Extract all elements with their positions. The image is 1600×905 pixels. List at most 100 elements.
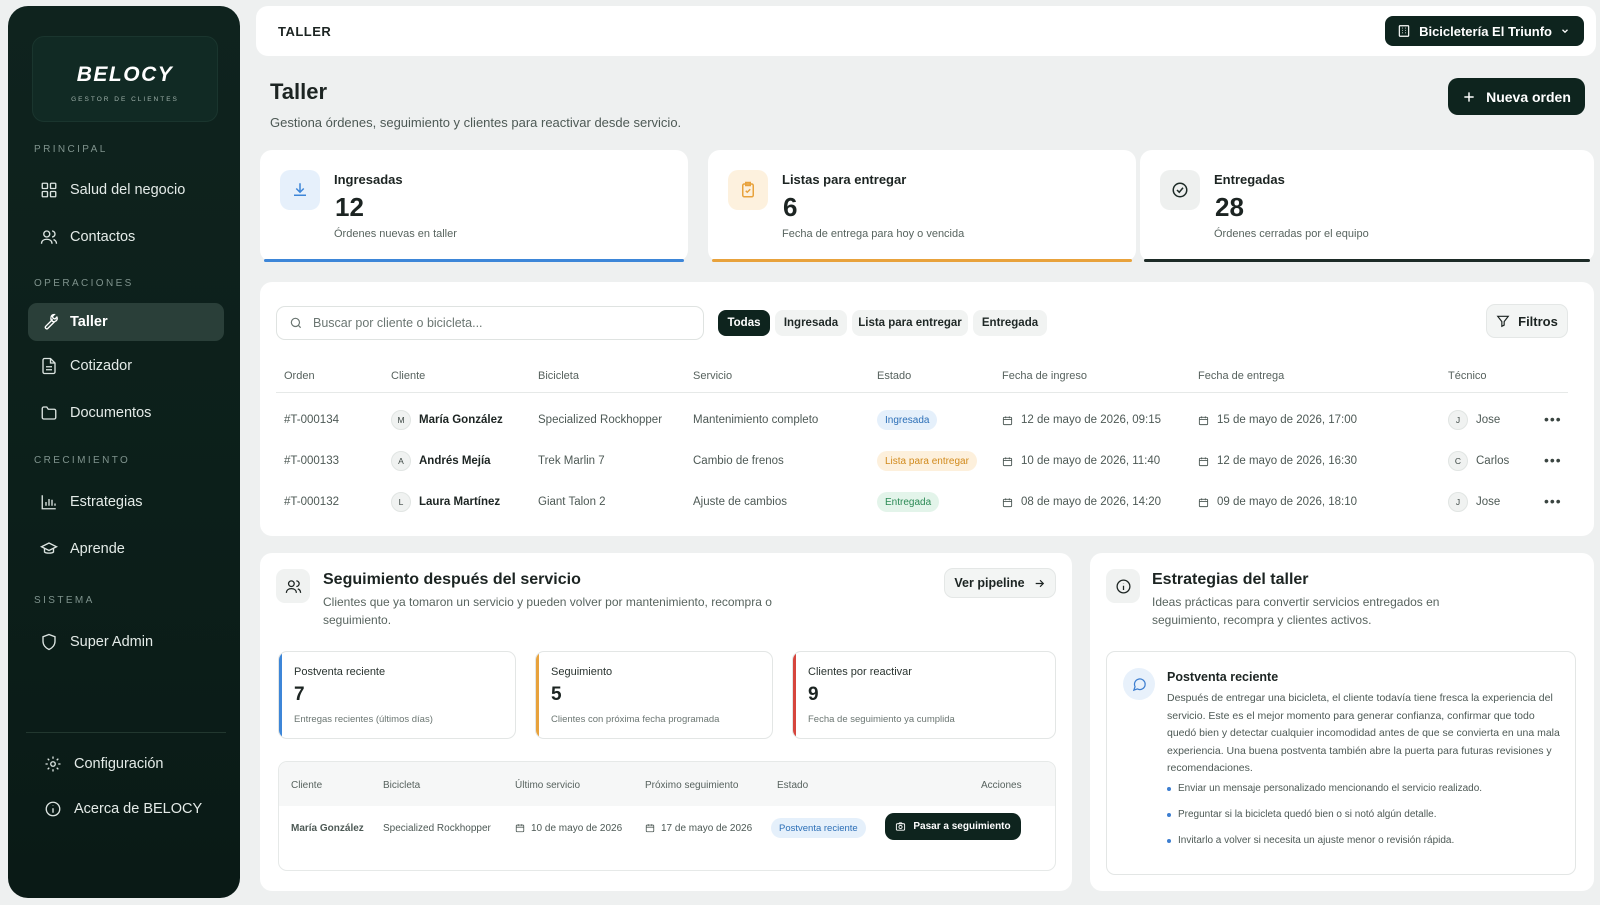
more-options-icon[interactable]: ••• [1544,450,1562,470]
filters-label: Filtros [1518,313,1558,329]
service-cell: Cambio de frenos [693,455,784,467]
clipboard-check-icon [728,170,768,210]
chevron-down-icon [1562,29,1568,34]
filter-chip-todas[interactable]: Todas [718,310,770,336]
client-name[interactable]: María González [291,820,364,836]
search-placeholder: Buscar por cliente o bicicleta... [313,316,483,330]
page-title: Taller [270,79,328,104]
stat-card-listas[interactable]: Listas para entregar 6 Fecha de entrega … [708,150,1136,262]
client-cell[interactable]: A Andrés Mejía [391,451,491,471]
filters-button[interactable]: Filtros [1486,304,1568,338]
metric-desc: Entregas recientes (últimos días) [294,714,433,725]
sidebar-item-contactos[interactable]: Contactos [28,218,224,256]
strategy-bullet: Invitarlo a volver si necesita un ajuste… [1167,835,1454,846]
metric-postventa[interactable]: Postventa reciente 7 Entregas recientes … [278,651,516,739]
date-out-cell: 12 de mayo de 2026, 16:30 [1198,451,1357,471]
order-id[interactable]: #T-000132 [284,492,339,512]
sidebar-item-taller[interactable]: Taller [28,303,224,341]
date-out: 09 de mayo de 2026, 18:10 [1217,496,1358,508]
avatar: J [1448,492,1468,512]
move-to-followup-button[interactable]: Pasar a seguimiento [885,813,1021,840]
bullet-dot [1167,786,1171,791]
sidebar-item-acerca[interactable]: Acerca de BELOCY [32,790,228,828]
tech-name: Jose [1476,414,1501,426]
store-selector[interactable]: Bicicletería El Triunfo [1385,16,1584,46]
sidebar-item-label: Contactos [70,229,136,245]
column-header: Estado [777,780,809,791]
order-id[interactable]: #T-000134 [284,410,339,430]
status-cell: Entregada [877,492,940,512]
more-options-icon[interactable]: ••• [1544,491,1562,511]
stat-value: 28 [1215,192,1244,222]
bike-cell: Specialized Rockhopper [383,822,491,834]
search-input[interactable]: Buscar por cliente o bicicleta... [276,306,704,340]
column-header: Último servicio [515,780,581,791]
client-cell[interactable]: M María González [391,410,503,430]
sidebar-item-documentos[interactable]: Documentos [28,394,224,432]
metric-reactivar[interactable]: Clientes por reactivar 9 Fecha de seguim… [792,651,1056,739]
client-cell[interactable]: L Laura Martínez [391,492,500,512]
sidebar-item-label: Cotizador [70,358,133,374]
document-icon [42,357,56,375]
section-label-principal: PRINCIPAL [34,144,108,155]
brand-name: BELOCY [76,63,174,86]
sidebar-item-label: Taller [70,314,108,330]
metric-label: Clientes por reactivar [808,666,912,678]
metric-label: Postventa reciente [294,666,386,678]
wrench-icon [44,313,58,330]
more-options-icon[interactable]: ••• [1544,409,1562,429]
filter-chip-lista[interactable]: Lista para entregar [852,310,968,336]
sidebar-item-aprende[interactable]: Aprende [28,530,224,568]
brand-logo[interactable]: BELOCY GESTOR DE CLIENTES [32,36,218,122]
sidebar-item-label: Aprende [70,541,125,557]
avatar: C [1448,451,1468,471]
bike-cell: Giant Talon 2 [538,496,606,508]
metric-accent [536,652,539,738]
building-icon [1398,25,1410,37]
filter-chip-ingresada[interactable]: Ingresada [775,310,847,336]
bullet-dot [1167,812,1171,817]
status-badge: Ingresada [877,410,938,430]
tech-cell: J Jose [1448,410,1500,430]
sidebar-item-salud[interactable]: Salud del negocio [28,171,224,209]
section-label-sistema: SISTEMA [34,595,95,606]
followup-subtitle-line1: Clientes que ya tomaron un servicio y pu… [323,595,772,609]
sidebar-item-label: Configuración [74,756,164,772]
date-in-cell: 08 de mayo de 2026, 14:20 [1002,492,1161,512]
sidebar-item-estrategias[interactable]: Estrategias [28,483,224,521]
metric-seguimiento[interactable]: Seguimiento 5 Clientes con próxima fecha… [535,651,773,739]
last-service-cell: 10 de mayo de 2026 [515,820,622,836]
filter-icon [1496,315,1510,328]
followup-title: Seguimiento después del servicio [323,571,581,588]
strategy-text: Después de entregar una bicicleta, el cl… [1167,692,1560,774]
strategies-subtitle-line1: Ideas prácticas para convertir servicios… [1152,595,1440,609]
sidebar-item-configuracion[interactable]: Configuración [32,745,228,783]
sidebar-item-label: Documentos [70,405,152,421]
brand-tagline: GESTOR DE CLIENTES [71,96,179,103]
stat-accent-bar [712,259,1132,262]
stat-accent-bar [264,259,684,262]
date-out-cell: 09 de mayo de 2026, 18:10 [1198,492,1357,512]
filter-chip-entregada[interactable]: Entregada [973,310,1047,336]
stat-card-entregadas[interactable]: Entregadas 28 Órdenes cerradas por el eq… [1140,150,1594,262]
bike-cell: Trek Marlin 7 [538,455,605,467]
sidebar-item-super-admin[interactable]: Super Admin [28,623,224,661]
view-pipeline-button[interactable]: Ver pipeline [944,568,1056,598]
users-icon [40,230,58,244]
stat-card-ingresadas[interactable]: Ingresadas 12 Órdenes nuevas en taller [260,150,688,262]
tech-name: Carlos [1476,455,1510,467]
new-order-button[interactable]: Nueva orden [1448,78,1585,115]
new-order-label: Nueva orden [1486,88,1571,105]
sidebar-item-cotizador[interactable]: Cotizador [28,347,224,385]
sidebar-item-label: Super Admin [70,634,154,650]
strategy-card[interactable]: Postventa reciente Después de entregar u… [1106,651,1576,875]
sidebar-divider [26,732,226,733]
column-header: Cliente [291,780,323,791]
sidebar-item-label: Salud del negocio [70,182,186,198]
order-id[interactable]: #T-000133 [284,451,339,471]
date-out: 15 de mayo de 2026, 17:00 [1217,414,1358,426]
bar-chart-icon [41,495,56,510]
client-name: Andrés Mejía [419,455,491,467]
bullet-text: Preguntar si la bicicleta quedó bien o s… [1178,809,1437,820]
sidebar-item-label: Estrategias [70,494,143,510]
